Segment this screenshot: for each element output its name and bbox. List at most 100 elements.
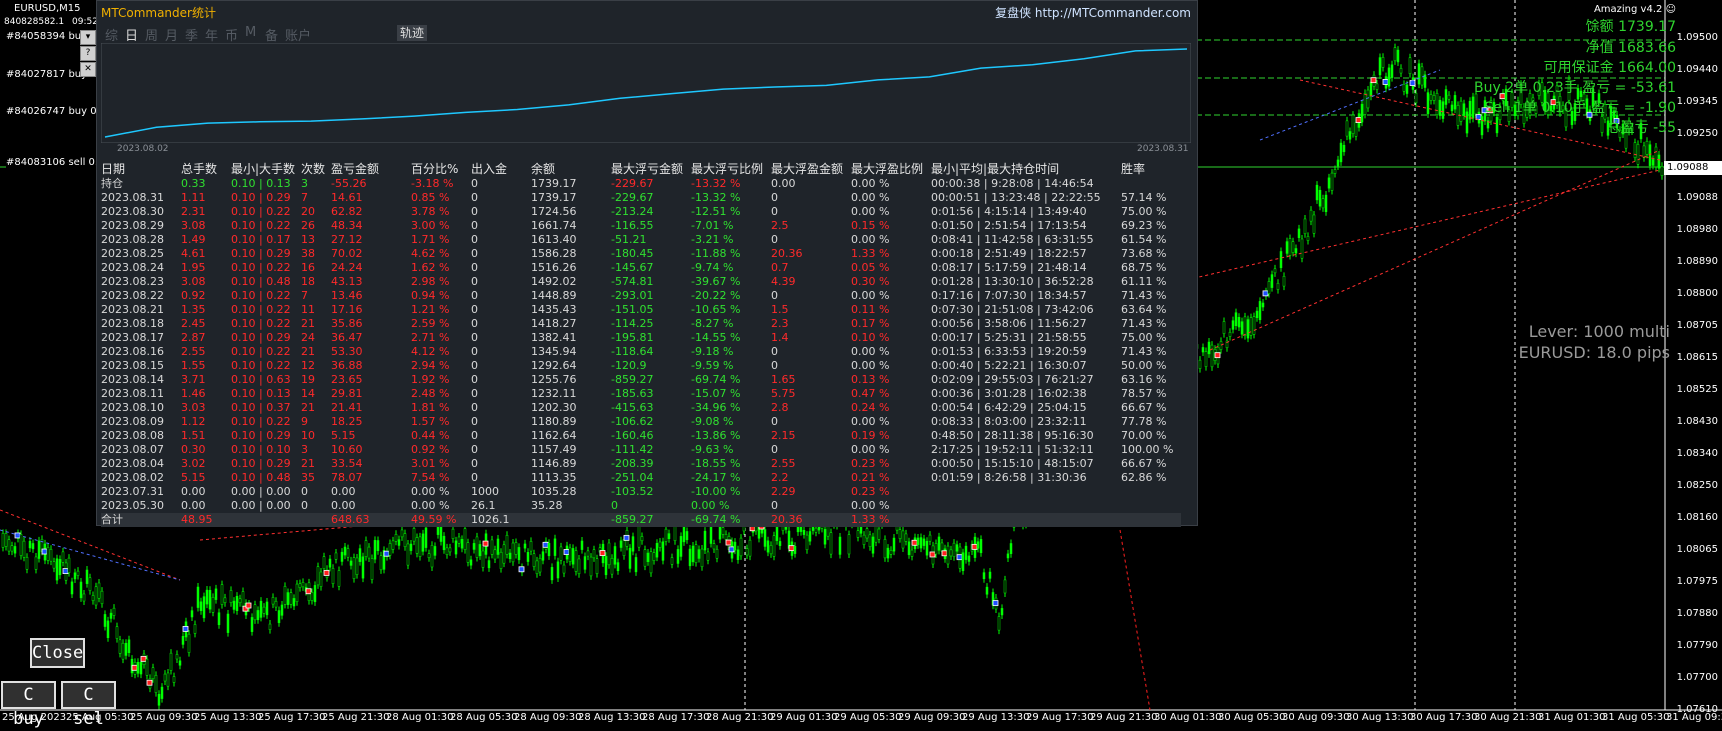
help-button[interactable]: ? (80, 46, 96, 61)
time-tick: 29 Aug 13:30 (962, 712, 1030, 723)
current-price-label: 1.09088 (1664, 161, 1722, 175)
candle (538, 557, 542, 573)
candle (166, 672, 170, 687)
tab-period[interactable]: 月 (165, 25, 178, 44)
tab-period[interactable]: 综 (105, 25, 118, 44)
close-sell-button[interactable]: C sel (61, 681, 116, 729)
table-cell: 20.36 (771, 513, 851, 527)
candle (919, 537, 923, 549)
candle (1387, 67, 1391, 87)
candle (1009, 543, 1013, 554)
candle (421, 533, 425, 552)
candle (1000, 608, 1004, 616)
candle (667, 533, 671, 539)
time-tick: 31 Aug 01:30 (1538, 712, 1606, 723)
table-cell: 0:08:17 | 5:17:59 | 21:48:14 (931, 261, 1087, 274)
tab-period[interactable]: 账户 (285, 25, 311, 44)
table-cell: 1.4 (771, 331, 789, 344)
candle (1006, 553, 1010, 559)
candle (259, 600, 263, 618)
table-row: 合计 48.95 648.63 49.59 % 1026.1 -859.27 -69.74 … (101, 513, 1181, 527)
close-panel-button[interactable]: ✕ (80, 62, 96, 77)
table-cell: -415.63 (611, 401, 654, 414)
tab-period[interactable]: M (245, 25, 256, 40)
candle (937, 536, 941, 551)
table-cell: 0 (471, 359, 478, 372)
candle (277, 610, 281, 624)
close-button[interactable]: Close (30, 638, 85, 668)
time-tick: 28 Aug 09:30 (514, 712, 582, 723)
table-cell: 0.10 | 0.29 (231, 191, 291, 204)
candle (319, 571, 323, 587)
table-cell: 1232.11 (531, 387, 577, 400)
table-cell: 0:00:36 | 3:01:28 | 16:02:38 (931, 387, 1087, 400)
stats-panel[interactable]: MTCommander统计 复盘侠 http://MTCommander.com… (96, 0, 1198, 527)
price-tick: 1.09440 (1676, 64, 1718, 75)
table-cell: 1113.35 (531, 471, 577, 484)
table-row: 2023.08.08 1.51 0.10 | 0.29 10 5.15 0.44 % 0 11… (101, 429, 1181, 443)
table-cell: -69.74 % (691, 373, 741, 386)
trade-marker (1214, 352, 1221, 359)
trade-marker (599, 550, 606, 556)
tab-period[interactable]: 日 (125, 25, 138, 44)
table-cell: 0.10 | 0.10 (231, 443, 291, 456)
table-cell: -69.74 % (691, 513, 771, 527)
candle (331, 568, 335, 584)
table-cell: 2023.07.31 (101, 485, 164, 498)
price-tick: 1.09088 (1676, 192, 1718, 203)
candle (1474, 93, 1478, 115)
table-cell: 2.15 (771, 429, 796, 442)
trade-marker (131, 664, 138, 671)
candle (1273, 268, 1277, 274)
table-row: 2023.08.16 2.55 0.10 | 0.22 21 53.30 4.12 % 0 1… (101, 345, 1181, 359)
candle (481, 550, 485, 568)
price-tick: 1.08250 (1676, 480, 1718, 491)
candle (1423, 74, 1427, 88)
table-cell: -195.81 (611, 331, 654, 344)
tab-period[interactable]: 备 (265, 25, 278, 44)
table-cell: 0.10 | 0.13 (231, 177, 291, 190)
table-cell: 0 (471, 331, 478, 344)
table-cell: 1661.74 (531, 219, 577, 232)
table-cell: 26.1 (471, 499, 496, 512)
table-row: 2023.08.23 3.08 0.10 | 0.48 18 43.13 2.98 % 0 1… (101, 275, 1181, 289)
candle (871, 536, 875, 554)
table-cell: -213.24 (611, 205, 654, 218)
table-cell: 2.94 % (411, 359, 450, 372)
trade-marker (971, 543, 978, 550)
table-cell: 0:08:33 | 8:03:00 | 23:32:11 (931, 415, 1087, 428)
table-row: 2023.08.24 1.95 0.10 | 0.22 16 24.24 1.62 % 0 1… (101, 261, 1181, 275)
table-cell: -24.17 % (691, 471, 741, 484)
table-cell: 71.43 % (1121, 345, 1167, 358)
tab-period[interactable]: 币 (225, 25, 238, 44)
candle (799, 526, 803, 532)
column-header: 最大浮亏金额 (611, 162, 684, 176)
trade-marker (542, 541, 549, 548)
tab-period[interactable]: 季 (185, 25, 198, 44)
table-cell (1121, 499, 1181, 513)
candle (1468, 100, 1472, 120)
trade-marker (182, 625, 189, 632)
close-buy-button[interactable]: C buy (1, 681, 56, 729)
tab-period[interactable]: 周 (145, 25, 158, 44)
price-tick: 1.09500 (1676, 32, 1718, 43)
candle (541, 551, 545, 561)
table-cell: 0.85 % (411, 191, 450, 204)
candle (448, 547, 452, 553)
table-cell: 0.7 (771, 261, 789, 274)
trade-marker (245, 602, 252, 609)
time-tick: 29 Aug 17:30 (1026, 712, 1094, 723)
candle (433, 546, 437, 556)
candle (94, 586, 98, 606)
table-cell: 35.28 (531, 499, 563, 512)
table-cell: 2023.08.23 (101, 275, 164, 288)
candle (670, 557, 674, 565)
candle (763, 529, 767, 547)
candle (442, 535, 446, 551)
tab-track[interactable]: 轨迹 (397, 25, 427, 41)
tab-period[interactable]: 年 (205, 25, 218, 44)
table-cell: 0.00 % (851, 233, 890, 246)
candle (1291, 241, 1295, 253)
panel-toggle-button[interactable]: ▾ (80, 30, 96, 45)
site-link[interactable]: 复盘侠 http://MTCommander.com (995, 4, 1191, 21)
